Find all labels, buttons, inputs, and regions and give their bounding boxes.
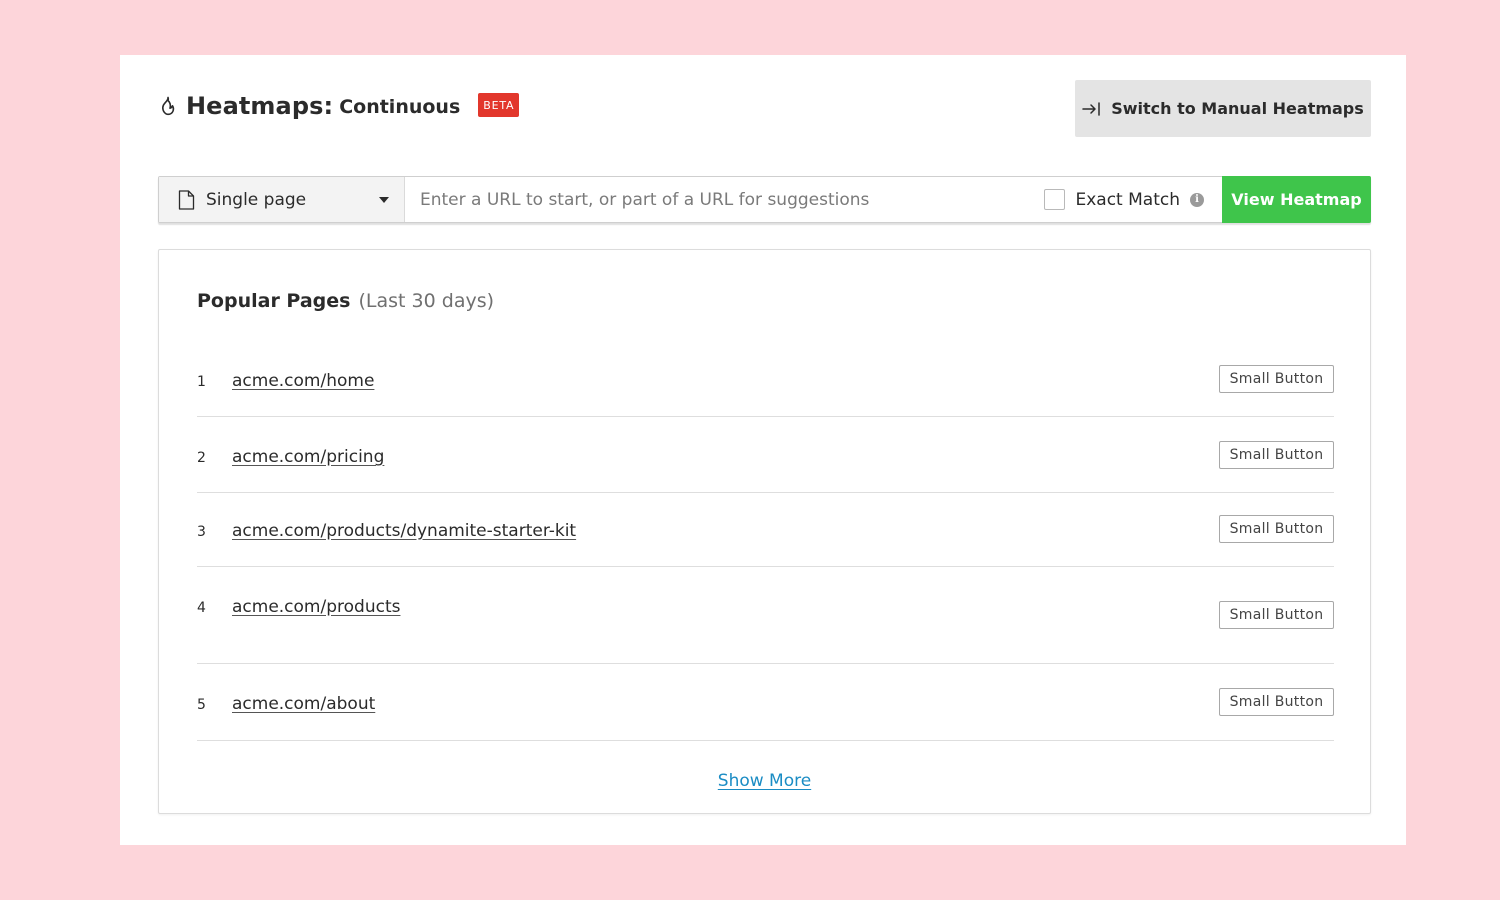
page-url-link[interactable]: acme.com/products/dynamite-starter-kit: [232, 521, 576, 541]
arrow-to-line-icon: [1082, 101, 1102, 117]
heatmaps-panel: Heatmaps: Continuous BETA Switch to Manu…: [120, 55, 1406, 845]
page-url-link[interactable]: acme.com/pricing: [232, 447, 384, 467]
popular-pages-heading: Popular Pages: [197, 290, 351, 312]
page-scope-dropdown[interactable]: Single page: [159, 177, 405, 222]
page-title: Heatmaps: Continuous BETA: [158, 92, 520, 120]
show-more-link[interactable]: Show More: [159, 771, 1370, 791]
exact-match-checkbox[interactable]: [1044, 189, 1066, 210]
view-heatmap-button[interactable]: View Heatmap: [1222, 176, 1371, 223]
exact-match-label: Exact Match: [1075, 189, 1180, 210]
page-scope-value: Single page: [206, 189, 307, 210]
popular-pages-title: Popular Pages (Last 30 days): [197, 290, 494, 312]
list-item: 5 acme.com/about Small Button: [197, 664, 1334, 741]
list-item: 1 acme.com/home Small Button: [197, 350, 1334, 417]
heatmap-search-bar: Single page Exact Match i View Heatmap: [158, 176, 1371, 223]
row-number: 4: [197, 600, 206, 616]
page-icon: [178, 189, 195, 210]
list-item: 4 acme.com/products Small Button: [197, 567, 1334, 664]
row-number: 3: [197, 524, 206, 540]
switch-to-manual-heatmaps-button[interactable]: Switch to Manual Heatmaps: [1075, 80, 1371, 137]
page-url-link[interactable]: acme.com/home: [232, 371, 374, 391]
beta-badge: BETA: [478, 93, 520, 117]
switch-button-label: Switch to Manual Heatmaps: [1111, 99, 1364, 118]
list-item: 2 acme.com/pricing Small Button: [197, 417, 1334, 493]
info-icon[interactable]: i: [1190, 192, 1204, 207]
row-action-button[interactable]: Small Button: [1219, 441, 1334, 469]
row-action-button[interactable]: Small Button: [1219, 365, 1334, 393]
list-item: 3 acme.com/products/dynamite-starter-kit…: [197, 493, 1334, 567]
page-header: Heatmaps: Continuous BETA Switch to Manu…: [158, 80, 1371, 138]
title-main: Heatmaps:: [186, 92, 334, 120]
page-url-link[interactable]: acme.com/about: [232, 694, 375, 714]
popular-pages-period: (Last 30 days): [358, 290, 495, 312]
row-action-button[interactable]: Small Button: [1219, 601, 1334, 629]
row-number: 5: [197, 697, 206, 713]
row-action-button[interactable]: Small Button: [1219, 688, 1334, 716]
chevron-down-icon: [379, 197, 389, 203]
title-sub: Continuous: [339, 96, 461, 118]
exact-match-group: Exact Match i: [1044, 177, 1222, 222]
row-number: 2: [197, 450, 206, 466]
url-search-input[interactable]: [405, 177, 1045, 222]
row-action-button[interactable]: Small Button: [1219, 515, 1334, 543]
page-url-link[interactable]: acme.com/products: [232, 597, 400, 617]
popular-pages-card: Popular Pages (Last 30 days) 1 acme.com/…: [158, 249, 1371, 814]
row-number: 1: [197, 374, 206, 390]
flame-icon: [158, 96, 178, 116]
